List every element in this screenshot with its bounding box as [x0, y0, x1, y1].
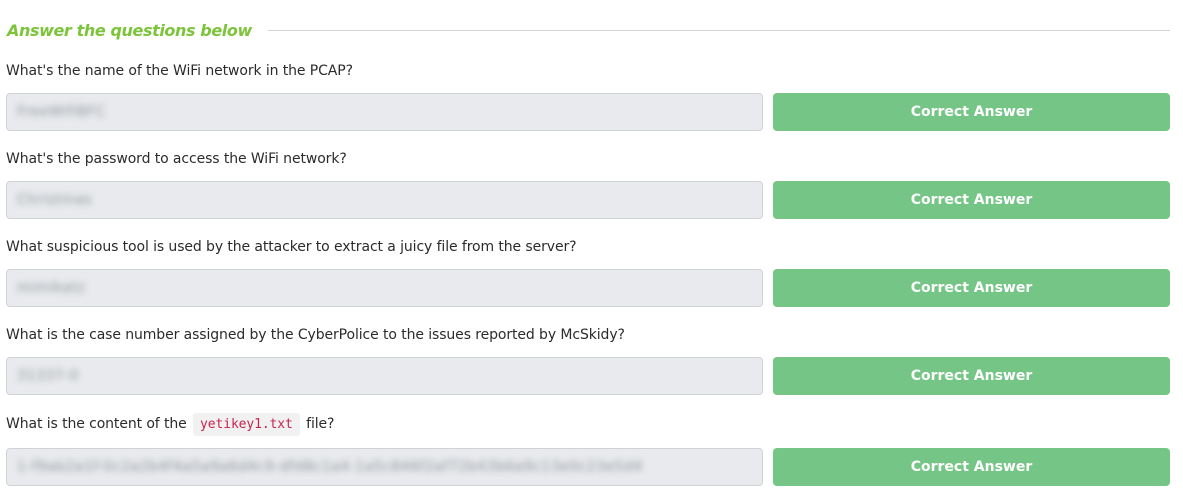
question-2-answer-row: Christmas Correct Answer	[6, 181, 1170, 219]
question-1: What's the name of the WiFi network in t…	[6, 61, 1170, 131]
question-3-correct-answer-button[interactable]: Correct Answer	[773, 269, 1170, 307]
question-4-answer-value: 31337-0	[17, 368, 79, 384]
question-2: What's the password to access the WiFi n…	[6, 149, 1170, 219]
question-1-answer-field[interactable]: FreeWifiBFC	[6, 93, 763, 131]
question-2-correct-answer-button[interactable]: Correct Answer	[773, 181, 1170, 219]
question-5-answer-row: 1-f9ab2a1f-0c2a2b4f4a5a9a6d4c9-dfd8c1a4-…	[6, 448, 1170, 486]
header-divider	[267, 29, 1170, 31]
question-5: What is the content of the yetikey1.txt …	[6, 413, 1170, 486]
question-3-answer-row: mimikatz Correct Answer	[6, 269, 1170, 307]
question-1-answer-row: FreeWifiBFC Correct Answer	[6, 93, 1170, 131]
question-4: What is the case number assigned by the …	[6, 325, 1170, 395]
question-4-answer-row: 31337-0 Correct Answer	[6, 357, 1170, 395]
question-1-label: What's the name of the WiFi network in t…	[6, 63, 353, 79]
question-3-answer-value: mimikatz	[17, 280, 86, 296]
question-5-answer-value: 1-f9ab2a1f-0c2a2b4f4a5a9a6d4c9-dfd8c1a4-…	[17, 459, 643, 475]
question-5-answer-field[interactable]: 1-f9ab2a1f-0c2a2b4f4a5a9a6d4c9-dfd8c1a4-…	[6, 448, 763, 486]
question-4-label: What is the case number assigned by the …	[6, 327, 625, 343]
question-5-label: What is the content of the yetikey1.txt …	[6, 413, 1170, 436]
question-1-answer-value: FreeWifiBFC	[17, 104, 106, 120]
question-5-correct-answer-button[interactable]: Correct Answer	[773, 448, 1170, 486]
section-header: Answer the questions below	[7, 18, 1170, 42]
question-3-answer-field[interactable]: mimikatz	[6, 269, 763, 307]
section-title: Answer the questions below	[7, 20, 252, 40]
question-2-label: What's the password to access the WiFi n…	[6, 151, 347, 167]
question-3: What suspicious tool is used by the atta…	[6, 237, 1170, 307]
question-2-answer-value: Christmas	[17, 192, 93, 208]
question-4-correct-answer-button[interactable]: Correct Answer	[773, 357, 1170, 395]
question-5-label-before: What is the content of the	[6, 416, 187, 432]
question-3-label: What suspicious tool is used by the atta…	[6, 239, 577, 255]
question-5-filename-code: yetikey1.txt	[193, 413, 300, 436]
question-2-answer-field[interactable]: Christmas	[6, 181, 763, 219]
question-1-correct-answer-button[interactable]: Correct Answer	[773, 93, 1170, 131]
question-4-answer-field[interactable]: 31337-0	[6, 357, 763, 395]
question-5-label-after: file?	[306, 416, 335, 432]
